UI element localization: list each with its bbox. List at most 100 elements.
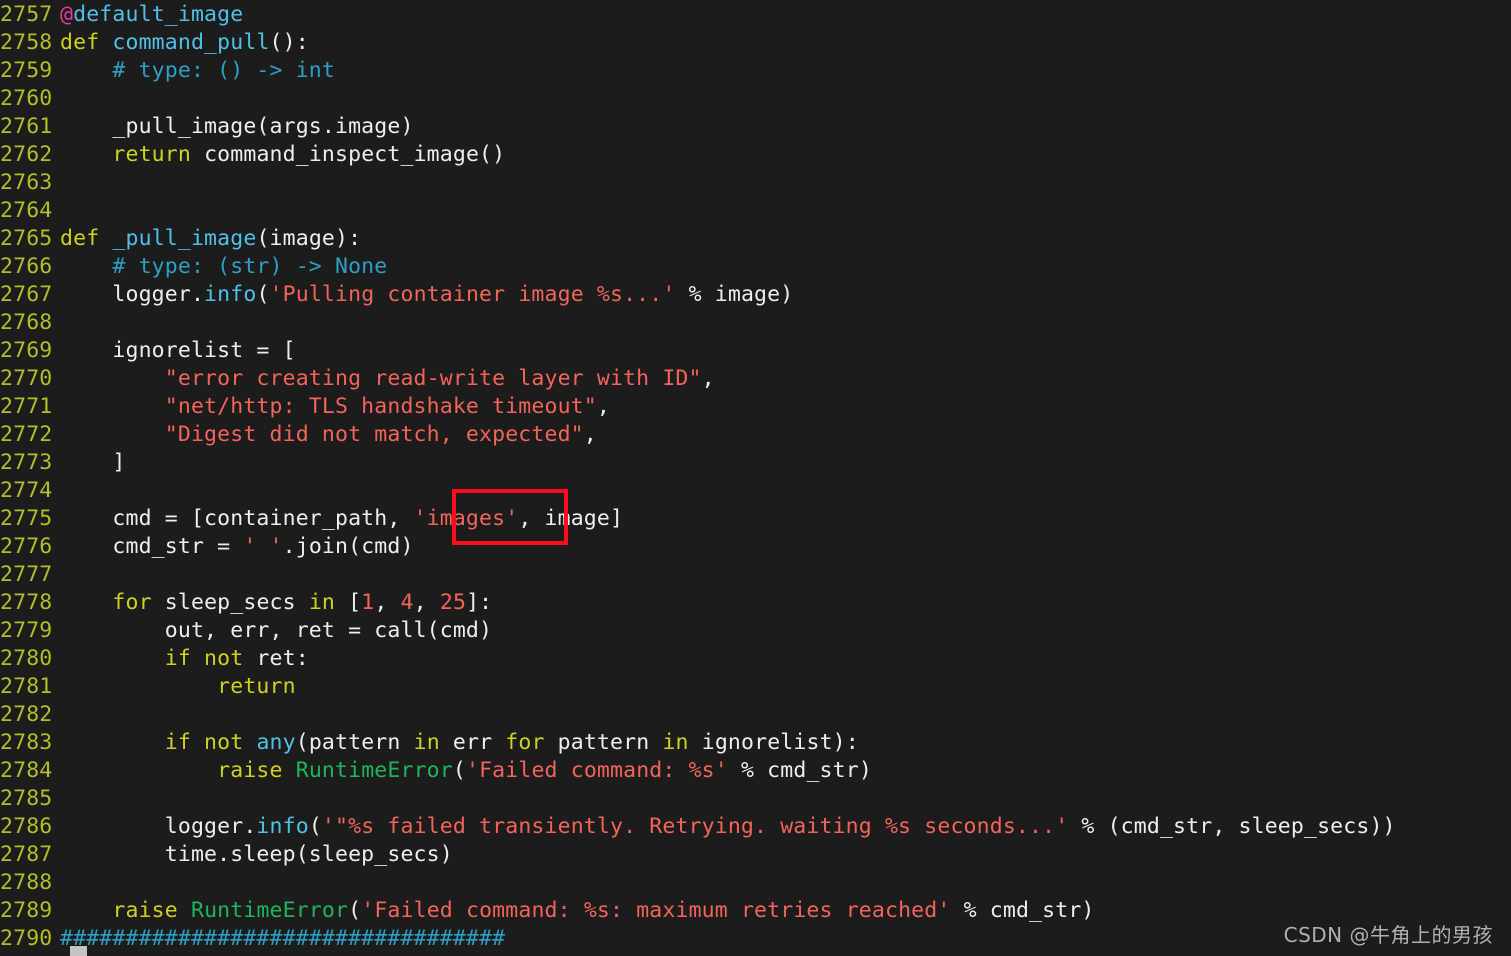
line-number: 2780 — [0, 646, 53, 671]
line-content: # type: (str) -> None — [60, 253, 1511, 281]
code-line-list: 2757 @default_image 2758 def command_pull()… — [0, 1, 1511, 953]
code-line[interactable]: 2781 return — [0, 673, 1511, 701]
code-token: ( — [452, 758, 466, 783]
code-token: _pull_image(args.image) — [60, 114, 414, 139]
code-line[interactable]: 2783 if not any(pattern in err for patte… — [0, 729, 1511, 757]
code-line[interactable]: 2787 time.sleep(sleep_secs) — [0, 841, 1511, 869]
line-content: ignorelist = [ — [60, 337, 1511, 365]
code-token: logger. — [60, 814, 257, 839]
code-token: , — [413, 590, 440, 615]
line-content: ] — [60, 449, 1511, 477]
line-number: 2766 — [0, 254, 53, 279]
code-line[interactable]: 2784 raise RuntimeError('Failed command:… — [0, 757, 1511, 785]
code-token: , — [701, 366, 715, 391]
code-line[interactable]: 2780 if not ret: — [0, 645, 1511, 673]
code-token: , — [374, 590, 401, 615]
code-line[interactable]: 2757 @default_image — [0, 1, 1511, 29]
code-line[interactable]: 2765 def _pull_image(image): — [0, 225, 1511, 253]
line-number: 2782 — [0, 702, 53, 727]
code-line[interactable]: 2774 — [0, 477, 1511, 505]
line-content — [60, 561, 1511, 589]
code-token: 'images' — [413, 506, 519, 531]
code-line[interactable]: 2772 "Digest did not match, expected", — [0, 421, 1511, 449]
code-token: return — [112, 142, 191, 167]
code-line[interactable]: 2766 # type: (str) -> None — [0, 253, 1511, 281]
code-line[interactable]: 2761 _pull_image(args.image) — [0, 113, 1511, 141]
line-content: logger.info('Pulling container image %s.… — [60, 281, 1511, 309]
code-token: 4 — [400, 590, 414, 615]
code-token: _pull_image — [112, 226, 257, 251]
code-line[interactable]: 2768 — [0, 309, 1511, 337]
code-token: ( — [256, 282, 270, 307]
code-token: info — [256, 814, 309, 839]
line-content: cmd = [container_path, 'images', image] — [60, 505, 1511, 533]
line-content: cmd_str = ' '.join(cmd) — [60, 533, 1511, 561]
code-line[interactable]: 2769 ignorelist = [ — [0, 337, 1511, 365]
code-token: ignorelist): — [688, 730, 859, 755]
code-line[interactable]: 2767 logger.info('Pulling container imag… — [0, 281, 1511, 309]
line-content: def _pull_image(image): — [60, 225, 1511, 253]
code-token: return — [217, 674, 296, 699]
line-number: 2770 — [0, 366, 53, 391]
code-token: % cmd_str) — [950, 898, 1095, 923]
code-token: default_image — [73, 2, 244, 27]
code-line[interactable]: 2778 for sleep_secs in [1, 4, 25]: — [0, 589, 1511, 617]
code-line[interactable]: 2771 "net/http: TLS handshake timeout", — [0, 393, 1511, 421]
line-number: 2772 — [0, 422, 53, 447]
code-line[interactable]: 2773 ] — [0, 449, 1511, 477]
code-line[interactable]: 2775 cmd = [container_path, 'images', im… — [0, 505, 1511, 533]
line-content: if not any(pattern in err for pattern in… — [60, 729, 1511, 757]
code-token: command_pull — [112, 30, 270, 55]
line-content: "net/http: TLS handshake timeout", — [60, 393, 1511, 421]
line-content — [60, 701, 1511, 729]
code-line[interactable]: 2758 def command_pull(): — [0, 29, 1511, 57]
line-number: 2767 — [0, 282, 53, 307]
code-line[interactable]: 2779 out, err, ret = call(cmd) — [0, 617, 1511, 645]
line-number: 2776 — [0, 534, 53, 559]
code-token: , — [583, 422, 597, 447]
code-line[interactable]: 2763 — [0, 169, 1511, 197]
line-content: _pull_image(args.image) — [60, 113, 1511, 141]
line-number: 2788 — [0, 870, 53, 895]
code-line[interactable]: 2760 — [0, 85, 1511, 113]
code-line[interactable]: 2759 # type: () -> int — [0, 57, 1511, 85]
code-token: 'Pulling container image %s...' — [269, 282, 676, 307]
code-token: info — [204, 282, 257, 307]
code-token: in — [308, 590, 336, 615]
code-line[interactable]: 2786 logger.info('"%s failed transiently… — [0, 813, 1511, 841]
code-line[interactable]: 2788 — [0, 869, 1511, 897]
code-line[interactable]: 2777 — [0, 561, 1511, 589]
code-token: % image) — [675, 282, 794, 307]
code-line[interactable]: 2770 "error creating read-write layer wi… — [0, 365, 1511, 393]
code-token: '"%s failed transiently. Retrying. waiti… — [321, 814, 1069, 839]
code-line[interactable]: 2776 cmd_str = ' '.join(cmd) — [0, 533, 1511, 561]
code-token: pattern — [544, 730, 663, 755]
code-token: 25 — [439, 590, 467, 615]
code-token: RuntimeError — [295, 758, 453, 783]
line-content — [60, 169, 1511, 197]
code-token: , image] — [518, 506, 624, 531]
code-token: ] — [60, 450, 126, 475]
line-content: return command_inspect_image() — [60, 141, 1511, 169]
code-line[interactable]: 2782 — [0, 701, 1511, 729]
code-editor-viewport[interactable]: 2757 @default_image 2758 def command_pull()… — [0, 0, 1511, 956]
code-token: logger. — [60, 282, 205, 307]
line-content — [60, 869, 1511, 897]
code-token: [ — [335, 590, 362, 615]
line-number: 2777 — [0, 562, 53, 587]
code-line[interactable]: 2764 — [0, 197, 1511, 225]
code-token: (): — [269, 30, 309, 55]
line-number: 2757 — [0, 2, 53, 27]
line-content: for sleep_secs in [1, 4, 25]: — [60, 589, 1511, 617]
line-content: @default_image — [60, 1, 1511, 29]
code-line[interactable]: 2762 return command_inspect_image() — [0, 141, 1511, 169]
code-line[interactable]: 2785 — [0, 785, 1511, 813]
line-content: raise RuntimeError('Failed command: %s' … — [60, 757, 1511, 785]
code-token: % (cmd_str, sleep_secs)) — [1068, 814, 1396, 839]
